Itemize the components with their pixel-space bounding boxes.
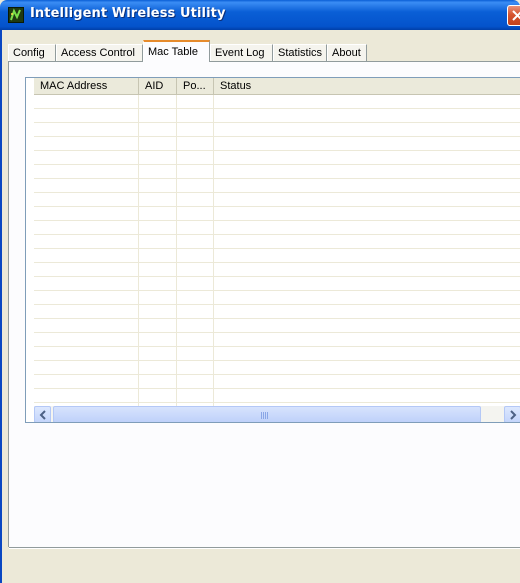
column-divider <box>138 95 139 406</box>
column-divider <box>213 95 214 406</box>
window-title: Intelligent Wireless Utility <box>30 6 226 21</box>
scroll-right-button[interactable] <box>504 406 520 422</box>
column-header-status[interactable]: Status <box>214 78 520 94</box>
app-icon[interactable] <box>8 7 24 23</box>
arrow-right-icon <box>510 410 517 420</box>
close-button[interactable] <box>507 5 520 26</box>
app-window: Intelligent Wireless Utility Config Acce… <box>0 0 520 583</box>
title-bar[interactable]: Intelligent Wireless Utility <box>0 0 520 30</box>
horizontal-scrollbar[interactable] <box>34 406 520 422</box>
column-header-aid[interactable]: AID <box>139 78 177 94</box>
tab-mac-table[interactable]: Mac Table <box>143 40 210 62</box>
bottom-separator <box>9 547 520 549</box>
column-header-mac-address[interactable]: MAC Address <box>34 78 139 94</box>
scroll-grip <box>261 412 269 419</box>
tab-access-control[interactable]: Access Control <box>56 44 143 61</box>
list-header: MAC Address AID Po... Status <box>34 78 520 95</box>
scroll-thumb[interactable] <box>53 406 481 422</box>
tab-about[interactable]: About <box>327 44 367 61</box>
tab-event-log[interactable]: Event Log <box>210 44 273 61</box>
tab-statistics[interactable]: Statistics <box>273 44 327 61</box>
column-divider <box>176 95 177 406</box>
mac-table-list[interactable]: MAC Address AID Po... Status <box>25 77 520 423</box>
tab-config[interactable]: Config <box>8 44 56 61</box>
column-header-power[interactable]: Po... <box>177 78 214 94</box>
close-icon <box>512 10 520 21</box>
arrow-left-icon <box>39 410 46 420</box>
window-frame <box>0 30 2 583</box>
scroll-left-button[interactable] <box>34 406 51 422</box>
list-body[interactable] <box>34 95 520 406</box>
